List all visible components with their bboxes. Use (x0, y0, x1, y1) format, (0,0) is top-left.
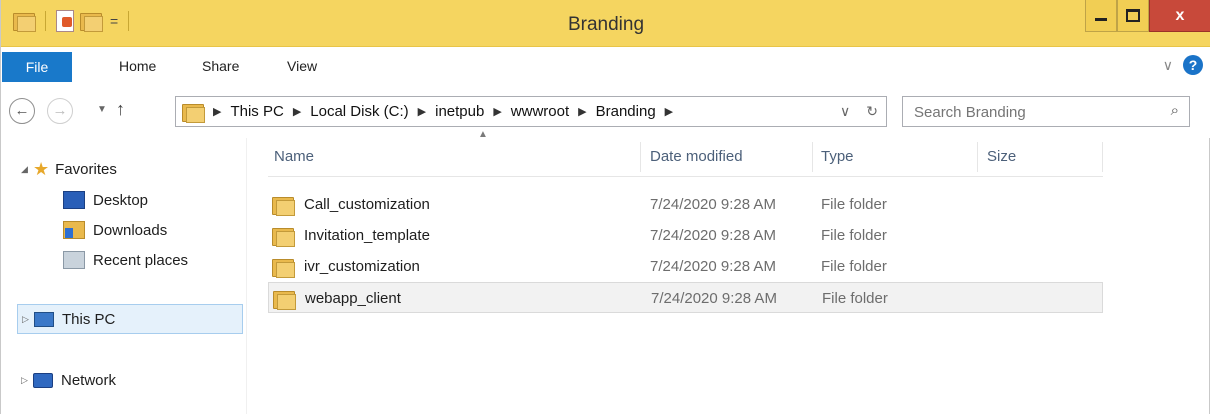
address-dropdown-icon[interactable]: ∨ (840, 103, 850, 120)
expand-ribbon-icon[interactable]: ∨ (1163, 57, 1173, 74)
breadcrumb: ▶ This PC ▶ Local Disk (C:) ▶ inetpub ▶ … (182, 97, 682, 126)
nav-favorites[interactable]: ◢ ★ Favorites (21, 154, 117, 184)
tab-home[interactable]: Home (119, 47, 156, 86)
navigation-pane: ◢ ★ Favorites Desktop Downloads Recent p… (1, 138, 246, 414)
file-type: File folder (821, 227, 887, 244)
file-type: File folder (822, 290, 888, 307)
ribbon-tabs: File Home Share View ∨ ? (1, 47, 1210, 87)
window-controls: x (1085, 0, 1210, 32)
file-rows: Call_customization 7/24/2020 9:28 AM Fil… (268, 189, 1103, 313)
tab-file[interactable]: File (2, 52, 72, 82)
nav-favorites-label: Favorites (55, 160, 117, 178)
file-date: 7/24/2020 9:28 AM (650, 258, 776, 275)
nav-this-pc[interactable]: ▷ This PC (17, 304, 243, 334)
column-size[interactable]: Size (987, 138, 1016, 176)
nav-network-label: Network (61, 371, 117, 389)
title-bar[interactable]: = Branding x (1, 0, 1210, 47)
star-icon: ★ (33, 158, 50, 179)
breadcrumb-this-pc[interactable]: This PC (230, 103, 283, 120)
file-list: ▲ Name Date modified Type Size Call_cust… (268, 129, 1103, 313)
refresh-icon[interactable]: ↻ (866, 103, 878, 120)
breadcrumb-arrow-icon[interactable]: ▶ (578, 105, 586, 118)
tab-view[interactable]: View (287, 47, 317, 86)
breadcrumb-arrow-icon[interactable]: ▶ (293, 105, 301, 118)
file-type: File folder (821, 258, 887, 275)
search-icon[interactable]: ⌕ (1171, 102, 1179, 119)
expand-arrow-icon[interactable]: ▷ (21, 375, 33, 386)
file-name-cell: Invitation_template (272, 220, 430, 251)
column-type[interactable]: Type (821, 138, 854, 176)
column-divider[interactable] (812, 142, 813, 172)
file-name: webapp_client (305, 290, 401, 307)
folder-icon (273, 289, 296, 310)
file-date: 7/24/2020 9:28 AM (650, 196, 776, 213)
folder-icon (272, 257, 295, 278)
maximize-button[interactable] (1117, 0, 1149, 32)
nav-item-desktop[interactable]: Desktop (63, 185, 148, 215)
address-bar[interactable]: ▶ This PC ▶ Local Disk (C:) ▶ inetpub ▶ … (175, 96, 887, 127)
file-row[interactable]: Invitation_template 7/24/2020 9:28 AM Fi… (268, 220, 1103, 251)
file-name: Invitation_template (304, 227, 430, 244)
file-row-selected[interactable]: webapp_client 7/24/2020 9:28 AM File fol… (268, 282, 1103, 313)
close-button[interactable]: x (1149, 0, 1210, 32)
explorer-window: = Branding x File Home Share View ∨ ? ← … (0, 0, 1210, 414)
expand-arrow-icon[interactable]: ▷ (22, 314, 34, 325)
column-header-row: ▲ Name Date modified Type Size (268, 129, 1103, 177)
nav-item-label: Downloads (93, 221, 168, 239)
help-icon[interactable]: ? (1183, 55, 1203, 75)
file-name: Call_customization (304, 196, 430, 213)
file-row[interactable]: Call_customization 7/24/2020 9:28 AM Fil… (268, 189, 1103, 220)
folder-icon (272, 226, 295, 247)
minimize-button[interactable] (1085, 0, 1117, 32)
file-name-cell: ivr_customization (272, 251, 420, 282)
network-icon (33, 372, 53, 388)
address-controls: ∨ ↻ (840, 103, 878, 120)
column-name[interactable]: Name (274, 138, 314, 176)
breadcrumb-arrow-icon[interactable]: ▶ (213, 105, 221, 118)
up-button[interactable]: ↑ (116, 99, 125, 120)
file-name-cell: webapp_client (273, 283, 401, 314)
desktop-icon (63, 191, 85, 209)
nav-item-label: Desktop (93, 191, 149, 209)
collapse-arrow-icon[interactable]: ◢ (21, 164, 33, 175)
folder-icon (182, 102, 205, 123)
back-button[interactable]: ← (9, 98, 35, 124)
nav-this-pc-label: This PC (62, 310, 116, 328)
nav-item-label: Recent places (93, 251, 189, 269)
file-date: 7/24/2020 9:28 AM (651, 290, 777, 307)
sort-ascending-icon: ▲ (478, 129, 488, 140)
nav-network[interactable]: ▷ Network (21, 365, 116, 395)
breadcrumb-wwwroot[interactable]: wwwroot (511, 103, 569, 120)
search-input[interactable] (903, 97, 1156, 128)
breadcrumb-inetpub[interactable]: inetpub (435, 103, 484, 120)
ribbon-controls: ∨ ? (1163, 55, 1203, 75)
recent-places-icon (63, 251, 85, 269)
forward-button[interactable]: → (47, 98, 73, 124)
recent-locations-icon[interactable]: ▼ (97, 104, 107, 115)
file-type: File folder (821, 196, 887, 213)
breadcrumb-arrow-icon[interactable]: ▶ (665, 105, 673, 118)
nav-item-downloads[interactable]: Downloads (63, 215, 167, 245)
navigation-bar: ← → ▼ ↑ ▶ This PC ▶ Local Disk (C:) ▶ in… (1, 86, 1210, 138)
breadcrumb-branding[interactable]: Branding (596, 103, 656, 120)
breadcrumb-arrow-icon[interactable]: ▶ (418, 105, 426, 118)
breadcrumb-local-disk[interactable]: Local Disk (C:) (310, 103, 408, 120)
file-row[interactable]: ivr_customization 7/24/2020 9:28 AM File… (268, 251, 1103, 282)
column-divider[interactable] (640, 142, 641, 172)
computer-icon (34, 311, 54, 327)
nav-item-recent-places[interactable]: Recent places (63, 245, 188, 275)
pane-divider[interactable] (246, 138, 247, 414)
downloads-icon (63, 221, 85, 239)
window-title: Branding (567, 14, 645, 35)
column-divider[interactable] (977, 142, 978, 172)
search-box[interactable]: ⌕ (902, 96, 1190, 128)
file-name: ivr_customization (304, 258, 420, 275)
column-divider[interactable] (1102, 142, 1103, 172)
tab-share[interactable]: Share (202, 47, 239, 86)
folder-icon (272, 195, 295, 216)
breadcrumb-arrow-icon[interactable]: ▶ (493, 105, 501, 118)
file-name-cell: Call_customization (272, 189, 430, 220)
column-date-modified[interactable]: Date modified (650, 138, 743, 176)
file-date: 7/24/2020 9:28 AM (650, 227, 776, 244)
